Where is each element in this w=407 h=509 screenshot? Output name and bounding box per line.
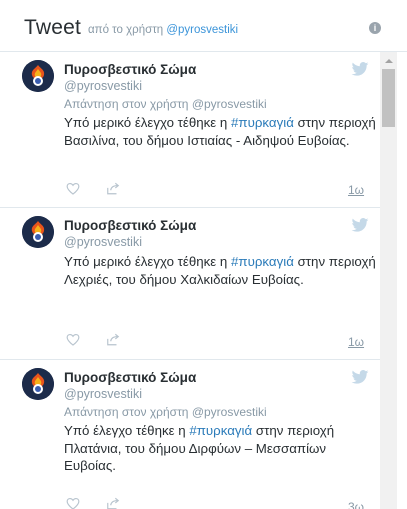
byline-prefix: από το χρήστη — [88, 24, 164, 36]
reply-context: Απάντηση στον χρήστη @pyrosvestiki — [64, 97, 267, 111]
vertical-scrollbar[interactable] — [380, 52, 397, 509]
reply-context: Απάντηση στον χρήστη @pyrosvestiki — [64, 405, 267, 419]
hashtag-link[interactable]: #πυρκαγιά — [231, 115, 294, 130]
author-handle[interactable]: @pyrosvestiki — [64, 235, 142, 249]
tweet-text: Υπό μερικό έλεγχο τέθηκε η #πυρκαγιά στη… — [64, 114, 380, 149]
author-handle[interactable]: @pyrosvestiki — [64, 387, 142, 401]
hashtag-link[interactable]: #πυρκαγιά — [231, 254, 294, 269]
author-name[interactable]: Πυροσβεστικό Σώμα — [64, 62, 196, 77]
scroll-up-arrow-icon[interactable] — [380, 52, 397, 69]
share-icon[interactable] — [106, 182, 120, 195]
avatar[interactable] — [22, 368, 54, 400]
tweet-text: Υπό μερικό έλεγχο τέθηκε η #πυρκαγιά στη… — [64, 253, 380, 288]
tweet-text-part: Υπό μερικό έλεγχο τέθηκε η — [64, 254, 232, 269]
timestamp-link[interactable]: 1ω — [348, 183, 364, 197]
twitter-bird-icon[interactable] — [351, 370, 369, 384]
author-name[interactable]: Πυροσβεστικό Σώμα — [64, 370, 196, 385]
avatar[interactable] — [22, 60, 54, 92]
tweet-item[interactable]: Πυροσβεστικό Σώμα @pyrosvestiki Υπό μερι… — [0, 208, 380, 360]
tweet-text-part: Υπό μερικό έλεγχο τέθηκε η — [64, 115, 232, 130]
timestamp-link[interactable]: 1ω — [348, 335, 364, 349]
twitter-bird-icon[interactable] — [351, 62, 369, 76]
info-icon[interactable]: i — [369, 22, 381, 34]
byline-handle-link[interactable]: @pyrosvestiki — [166, 24, 238, 36]
twitter-bird-icon[interactable] — [351, 218, 369, 232]
tweet-item[interactable]: Πυροσβεστικό Σώμα @pyrosvestiki Απάντηση… — [0, 52, 380, 208]
heart-icon[interactable] — [66, 333, 80, 346]
scrollbar-thumb[interactable] — [382, 69, 395, 127]
tweet-text-part: Υπό έλεγχο τέθηκε η — [64, 423, 190, 438]
heart-icon[interactable] — [66, 497, 80, 509]
hashtag-link[interactable]: #πυρκαγιά — [189, 423, 252, 438]
widget-header: Tweet από το χρήστη @pyrosvestiki i — [0, 0, 407, 52]
timestamp-link[interactable]: 3ω — [348, 500, 364, 509]
tweet-feed: Πυροσβεστικό Σώμα @pyrosvestiki Απάντηση… — [0, 52, 380, 509]
heart-icon[interactable] — [66, 182, 80, 195]
header-title: Tweet — [24, 16, 82, 39]
share-icon[interactable] — [106, 497, 120, 509]
author-name[interactable]: Πυροσβεστικό Σώμα — [64, 218, 196, 233]
author-handle[interactable]: @pyrosvestiki — [64, 79, 142, 93]
header-byline: από το χρήστη @pyrosvestiki — [88, 24, 238, 36]
share-icon[interactable] — [106, 333, 120, 346]
avatar[interactable] — [22, 216, 54, 248]
tweet-item[interactable]: Πυροσβεστικό Σώμα @pyrosvestiki Απάντηση… — [0, 360, 380, 509]
tweet-text: Υπό έλεγχο τέθηκε η #πυρκαγιά στην περιο… — [64, 422, 380, 475]
